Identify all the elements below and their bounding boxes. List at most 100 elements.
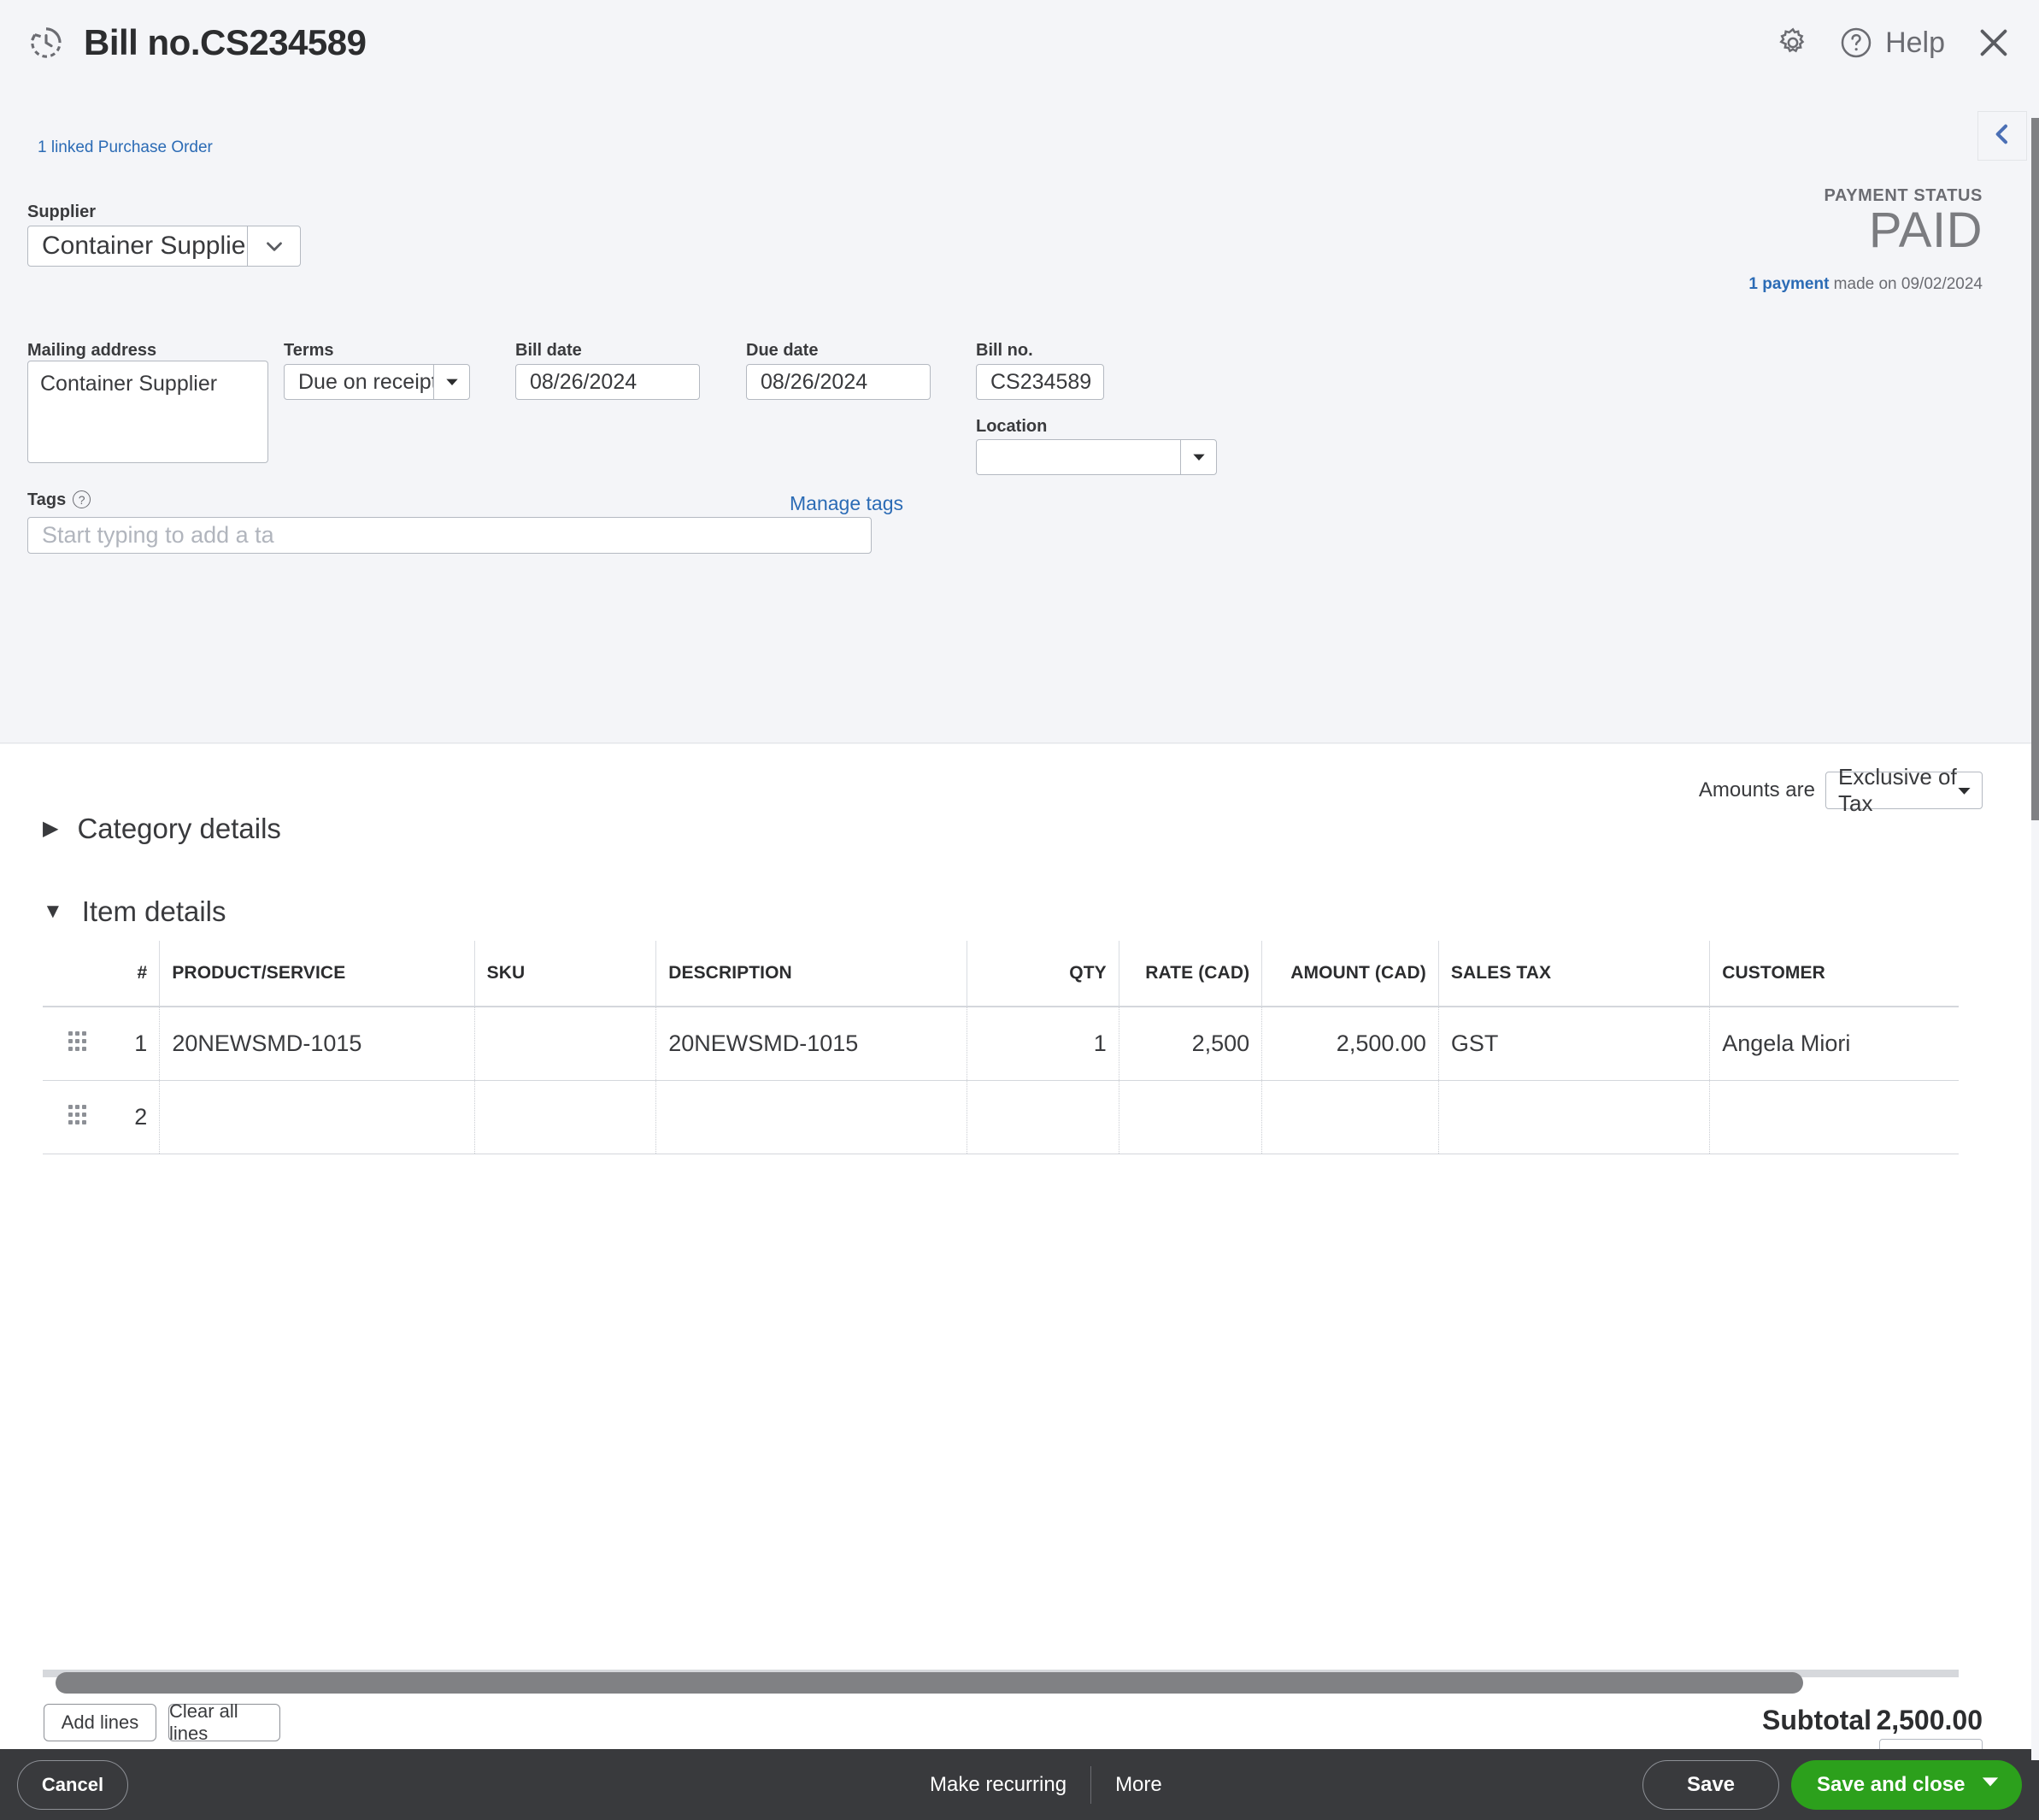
category-details-section-toggle[interactable]: ▶ Category details (43, 813, 281, 845)
location-dropdown[interactable] (976, 439, 1217, 475)
terms-value: Due on receipt (298, 369, 433, 394)
bill-edit-window: Bill no.CS234589 Help 1 linked Purchase … (0, 0, 2039, 1820)
amounts-are-value: Exclusive of Tax (1838, 764, 1957, 816)
caret-down-icon[interactable] (1180, 440, 1216, 474)
page-vertical-scrollbar-thumb[interactable] (2031, 118, 2039, 820)
location-value (977, 440, 1180, 474)
column-header-rate: RATE (CAD) (1119, 941, 1263, 1007)
cell-qty[interactable] (967, 1080, 1119, 1154)
header-right-group: Help (1776, 0, 2013, 85)
caret-down-icon[interactable] (1981, 1772, 2000, 1797)
gear-icon[interactable] (1776, 26, 1810, 60)
clear-all-lines-button[interactable]: Clear all lines (168, 1700, 280, 1744)
cancel-button[interactable]: Cancel (17, 1759, 128, 1810)
help-circle-icon[interactable]: ? (73, 490, 91, 508)
header-left-group: Bill no.CS234589 (0, 22, 367, 63)
item-details-label: Item details (81, 895, 226, 927)
close-icon[interactable] (1974, 23, 2013, 62)
cell-rate[interactable]: 2,500 (1119, 1007, 1263, 1081)
payment-note: 1 payment made on 09/02/2024 (1748, 275, 1983, 294)
mailing-address-field[interactable]: Container Supplier (27, 361, 268, 463)
bill-date-field[interactable]: 08/26/2024 (515, 364, 700, 400)
cell-qty[interactable]: 1 (967, 1007, 1119, 1081)
amounts-are-label: Amounts are (1698, 778, 1815, 801)
more-button[interactable]: More (1091, 1773, 1186, 1797)
caret-down-icon (1957, 778, 1971, 804)
category-details-label: Category details (77, 813, 281, 844)
cell-rate[interactable] (1119, 1080, 1263, 1154)
collapse-panel-button[interactable] (1977, 111, 2027, 161)
make-recurring-button[interactable]: Make recurring (906, 1773, 1090, 1797)
subtotal-value: 2,500.00 (1876, 1705, 1983, 1735)
column-header-customer: CUSTOMER (1709, 941, 1959, 1007)
tags-input[interactable]: Start typing to add a ta (27, 517, 872, 554)
cell-sku[interactable] (474, 1007, 657, 1081)
cell-amount[interactable]: 2,500.00 (1261, 1007, 1439, 1081)
amounts-are-dropdown[interactable]: Exclusive of Tax (1825, 764, 1983, 816)
add-lines-button[interactable]: Add lines (44, 1704, 156, 1741)
cell-description[interactable] (655, 1080, 968, 1154)
page-vertical-scrollbar-track[interactable] (2031, 0, 2039, 1760)
manage-tags-link[interactable]: Manage tags (790, 492, 903, 515)
help-button[interactable]: Help (1839, 26, 1945, 60)
table-row[interactable]: 2 (43, 1080, 1959, 1154)
cell-product[interactable] (159, 1080, 475, 1154)
bill-date-label: Bill date (515, 341, 582, 360)
save-and-close-button[interactable]: Save and close (1791, 1759, 2022, 1810)
cell-description[interactable]: 20NEWSMD-1015 (655, 1007, 968, 1081)
column-header-drag (43, 941, 113, 1007)
terms-label: Terms (284, 341, 334, 360)
action-footer: Cancel Make recurring More Save Save and… (0, 1749, 2039, 1820)
column-header-description: DESCRIPTION (655, 941, 968, 1007)
payment-status-value: PAID (1868, 203, 1983, 258)
due-date-field[interactable]: 08/26/2024 (746, 364, 931, 400)
bill-no-field[interactable]: CS234589 (976, 364, 1104, 400)
cell-amount[interactable] (1261, 1080, 1439, 1154)
column-header-number: # (112, 941, 161, 1007)
cell-number: 1 (112, 1007, 161, 1081)
cell-product[interactable]: 20NEWSMD-1015 (159, 1007, 475, 1081)
help-label: Help (1885, 26, 1945, 59)
cell-number: 2 (112, 1080, 161, 1154)
bill-no-label: Bill no. (976, 341, 1033, 360)
chevron-left-icon (1989, 120, 2016, 152)
table-row[interactable]: 1 20NEWSMD-1015 20NEWSMD-1015 1 2,500 2,… (43, 1007, 1959, 1081)
drag-handle-icon[interactable] (43, 1007, 113, 1081)
cell-customer[interactable] (1709, 1080, 1959, 1154)
line-items-table: # PRODUCT/SERVICE SKU DESCRIPTION QTY RA… (43, 941, 1959, 1154)
line-items-table-wrapper: # PRODUCT/SERVICE SKU DESCRIPTION QTY RA… (43, 941, 1959, 1154)
item-details-section-toggle[interactable]: ▼ Item details (43, 895, 226, 928)
payment-count-link[interactable]: 1 payment (1748, 275, 1829, 293)
cell-sales-tax[interactable] (1438, 1080, 1711, 1154)
chevron-down-icon: ▼ (43, 900, 63, 923)
chevron-down-icon[interactable] (247, 226, 300, 266)
column-header-product: PRODUCT/SERVICE (159, 941, 475, 1007)
cell-sales-tax[interactable]: GST (1438, 1007, 1711, 1081)
drag-handle-icon[interactable] (43, 1080, 113, 1154)
table-header-row: # PRODUCT/SERVICE SKU DESCRIPTION QTY RA… (43, 941, 1959, 1007)
bill-details-panel: Amounts are Exclusive of Tax ▶ Category … (0, 744, 2039, 1820)
linked-purchase-order-link[interactable]: 1 linked Purchase Order (38, 138, 213, 157)
terms-dropdown[interactable]: Due on receipt (284, 364, 470, 400)
due-date-label: Due date (746, 341, 819, 360)
footer-right-group: Save Save and close (1642, 1759, 2022, 1810)
save-button[interactable]: Save (1642, 1759, 1779, 1810)
tags-placeholder: Start typing to add a ta (42, 522, 274, 548)
table-horizontal-scrollbar-thumb[interactable] (56, 1672, 1803, 1694)
footer-center-group: Make recurring More (906, 1765, 1186, 1804)
recurring-clock-icon (27, 24, 65, 62)
save-and-close-label: Save and close (1817, 1772, 1966, 1796)
cell-sku[interactable] (474, 1080, 657, 1154)
column-header-amount: AMOUNT (CAD) (1261, 941, 1439, 1007)
column-header-qty: QTY (967, 941, 1119, 1007)
cell-customer[interactable]: Angela Miori (1709, 1007, 1959, 1081)
supplier-dropdown[interactable]: Container Supplier (27, 226, 301, 267)
caret-down-icon[interactable] (433, 365, 469, 399)
window-header: Bill no.CS234589 Help (0, 0, 2039, 85)
chevron-right-icon: ▶ (43, 817, 59, 840)
help-circle-icon (1839, 26, 1873, 60)
page-title: Bill no.CS234589 (84, 22, 367, 62)
mailing-address-label: Mailing address (27, 341, 157, 360)
amounts-are-row: Amounts are Exclusive of Tax (1698, 764, 1983, 816)
location-label: Location (976, 417, 1048, 436)
